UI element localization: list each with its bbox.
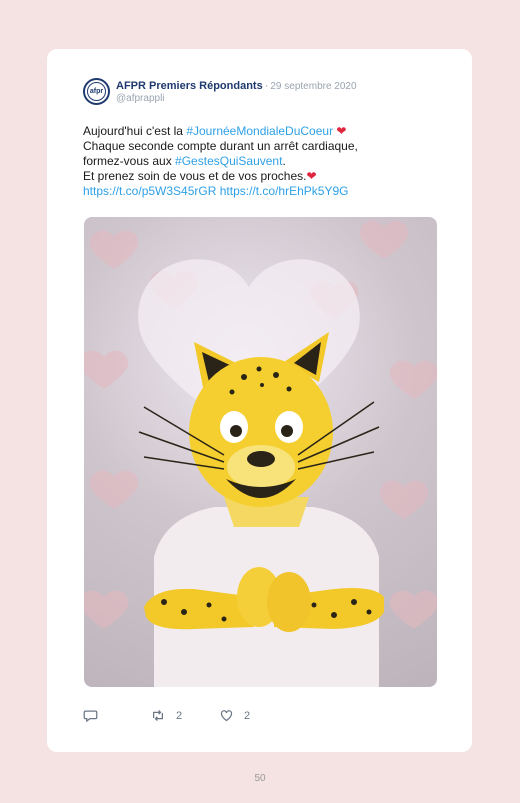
author-name[interactable]: AFPR Premiers Répondants	[116, 80, 263, 92]
heart-icon: ❤	[336, 124, 347, 138]
author-handle[interactable]: @afprappli	[116, 93, 165, 104]
text-segment: .	[282, 154, 286, 168]
nose	[247, 451, 275, 467]
tweet-link-2[interactable]: https://t.co/hrEhPk5Y9G	[220, 184, 349, 198]
tweet-text: Aujourd'hui c'est la #JournéeMondialeDuC…	[83, 124, 443, 199]
author-line: AFPR Premiers Répondants · 29 septembre 20…	[116, 80, 357, 92]
afpr-logo: afpr	[87, 82, 106, 101]
right-hand	[267, 572, 311, 632]
heart-icon: ❤	[306, 169, 317, 183]
text-segment: formez-vous aux	[83, 154, 176, 168]
tweet-actions: 2 2	[83, 708, 383, 724]
tweet-line-3: formez-vous aux #GestesQuiSauvent.	[83, 154, 443, 169]
reply-action[interactable]	[83, 708, 98, 723]
retweet-icon	[153, 710, 163, 721]
tweet-photo[interactable]	[84, 217, 437, 687]
retweet-action[interactable]: 2	[150, 708, 182, 723]
tweet-line-5: https://t.co/p5W3S45rGR https://t.co/hrE…	[83, 184, 443, 199]
page-number: 50	[254, 773, 266, 784]
like-count: 2	[244, 709, 251, 722]
tweet-line-2: Chaque seconde compte durant un arrêt ca…	[83, 139, 358, 153]
like-action[interactable]: 2	[219, 708, 250, 723]
mascot-illustration	[84, 220, 437, 687]
avatar[interactable]: afpr	[83, 78, 110, 105]
text-segment: Aujourd'hui c'est la	[83, 124, 187, 138]
avatar-text: afpr	[89, 88, 104, 95]
hashtag-gestes-qui-sauvent[interactable]: #GestesQuiSauvent	[175, 154, 282, 168]
like-icon	[220, 710, 233, 722]
separator: ·	[264, 80, 269, 92]
tweet-link-1[interactable]: https://t.co/p5W3S45rGR	[83, 184, 216, 198]
tweet-line-1: Aujourd'hui c'est la #JournéeMondialeDuC…	[83, 124, 443, 139]
tweet-card: afpr AFPR Premiers Répondants · 29 septemb…	[47, 49, 472, 752]
text-segment: Et prenez soin de vous et de vos proches…	[83, 169, 307, 183]
retweet-count: 2	[176, 709, 183, 722]
tweet-date[interactable]: 29 septembre 2020	[270, 81, 356, 92]
hashtag-journee-mondiale[interactable]: #JournéeMondialeDuCoeur	[186, 124, 333, 138]
tweet-line-4: Et prenez soin de vous et de vos proches…	[83, 169, 443, 184]
reply-icon	[83, 710, 98, 723]
